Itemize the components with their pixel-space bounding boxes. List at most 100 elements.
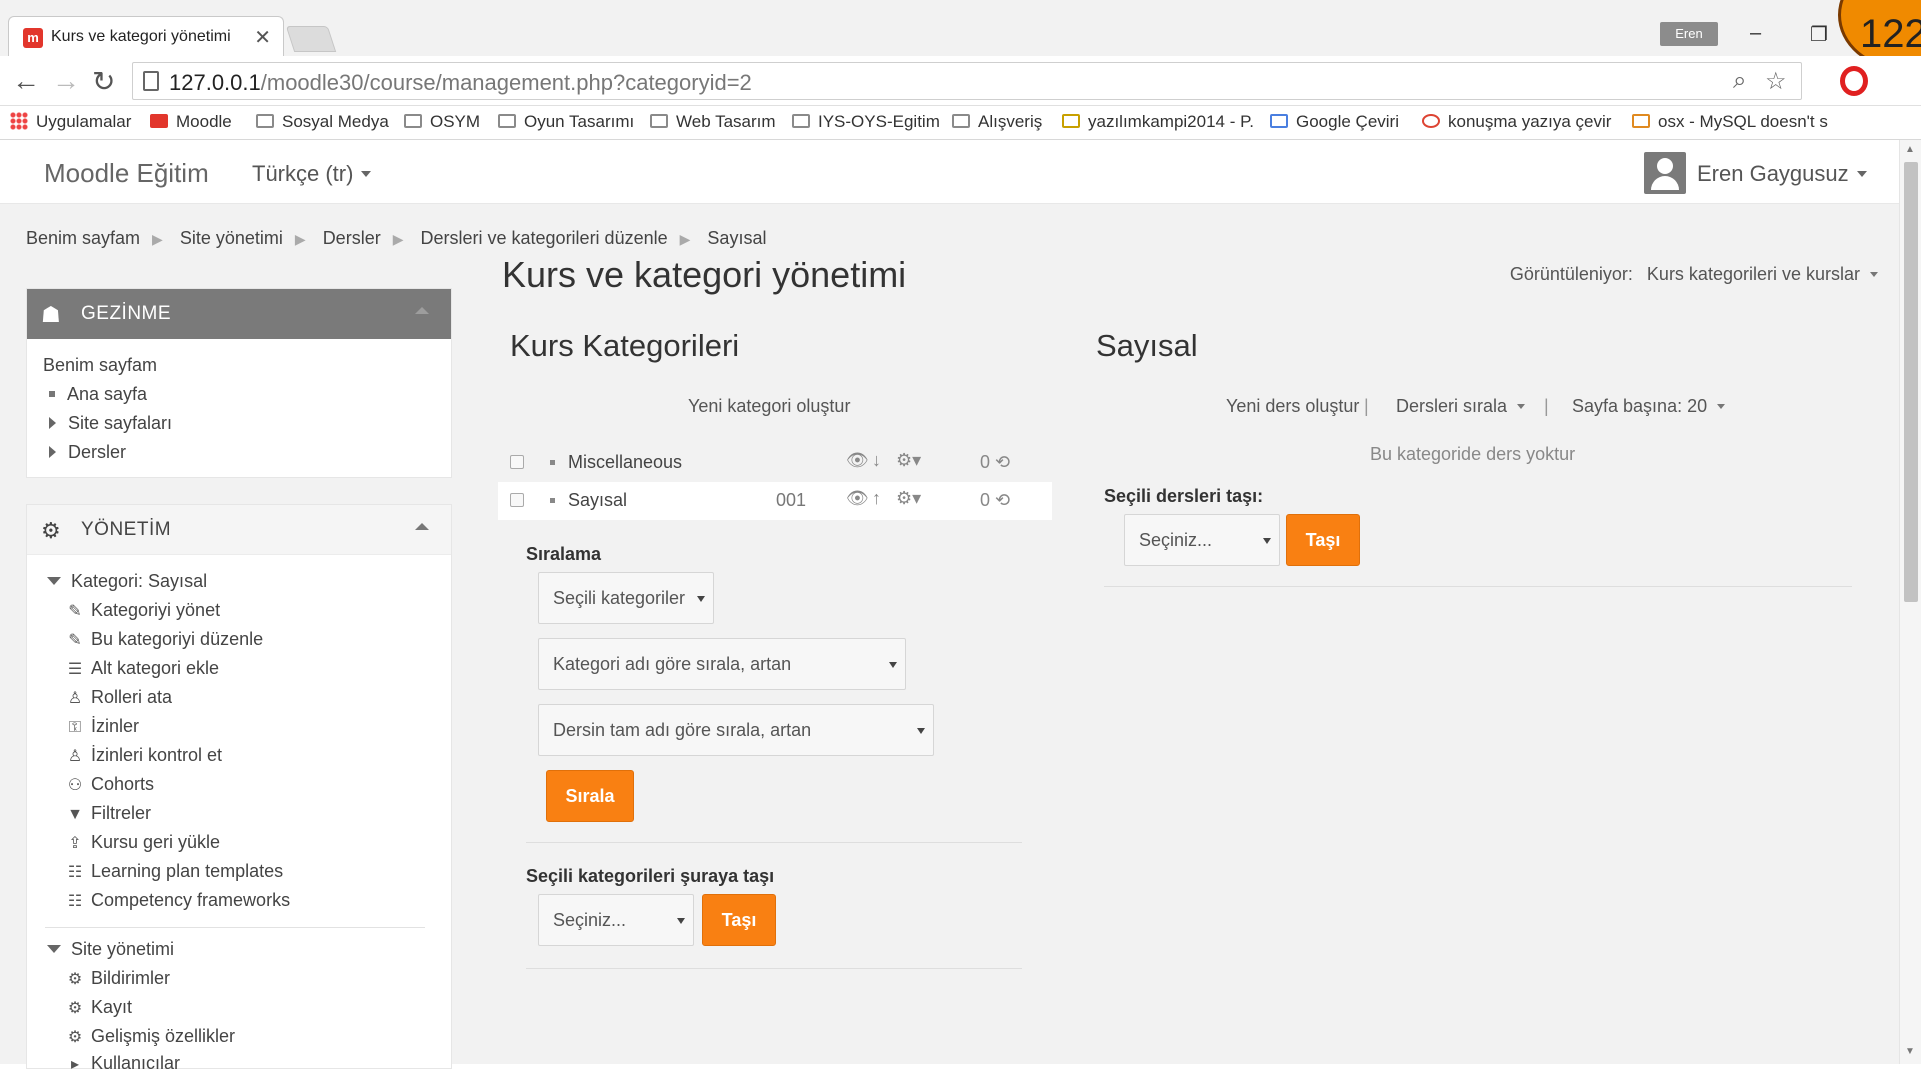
- bookmark-link[interactable]: Google Çeviri: [1270, 112, 1399, 132]
- folder-icon: [650, 114, 668, 128]
- bookmark-folder[interactable]: Sosyal Medya: [256, 112, 389, 132]
- move-courses-select[interactable]: Seçiniz...: [1124, 514, 1280, 566]
- collapse-icon[interactable]: [415, 523, 429, 530]
- extension-icon[interactable]: [1840, 66, 1868, 96]
- new-tab-button[interactable]: [285, 26, 337, 52]
- admin-item[interactable]: ☷ Competency frameworks: [65, 890, 290, 911]
- bookmark-folder[interactable]: OSYM: [404, 112, 480, 132]
- collapse-icon[interactable]: [415, 307, 429, 314]
- bookmark-link[interactable]: osx - MySQL doesn't s: [1632, 112, 1828, 132]
- back-arrow-icon[interactable]: ←: [12, 65, 40, 97]
- avatar[interactable]: [1644, 152, 1686, 194]
- admin-item[interactable]: ♙ Rolleri ata: [65, 687, 172, 708]
- site-brand[interactable]: Moodle Eğitim: [44, 158, 209, 189]
- view-mode-selector[interactable]: Görüntüleniyor: Kurs kategorileri ve kurs…: [1510, 264, 1878, 285]
- nav-item-courses[interactable]: Dersler: [49, 442, 126, 463]
- bullet-icon: [550, 498, 555, 503]
- page-scrollbar[interactable]: ▲ ▼: [1899, 140, 1921, 1064]
- chrome-icon: [1422, 114, 1440, 128]
- expand-icon: ▸: [70, 1056, 80, 1073]
- admin-site-item[interactable]: ⚙ Kayıt: [65, 997, 132, 1018]
- selected-categories-select[interactable]: Seçili kategoriler: [538, 572, 714, 624]
- admin-item[interactable]: ✎ Bu kategoriyi düzenle: [65, 629, 263, 650]
- admin-item[interactable]: ▼ Filtreler: [65, 803, 151, 824]
- minimize-icon[interactable]: –: [1750, 22, 1761, 45]
- bookmark-folder[interactable]: IYS-OYS-Egitim: [792, 112, 940, 132]
- eye-icon[interactable]: 👁: [846, 488, 869, 509]
- admin-item[interactable]: ♙ İzinleri kontrol et: [65, 745, 222, 766]
- admin-category-node[interactable]: Kategori: Sayısal: [47, 571, 207, 592]
- bookmark-link[interactable]: yazılımkampi2014 - P.: [1062, 112, 1254, 132]
- nav-item-home[interactable]: Ana sayfa: [49, 384, 147, 405]
- move-categories-select[interactable]: Seçiniz...: [538, 894, 694, 946]
- breadcrumb-separator-icon: ▶: [152, 231, 163, 247]
- bookmark-folder[interactable]: Oyun Tasarımı: [498, 112, 634, 132]
- bookmark-apps[interactable]: Uygulamalar: [10, 112, 131, 132]
- scroll-up-icon[interactable]: ▲: [1905, 144, 1915, 155]
- new-course-link[interactable]: Yeni ders oluştur: [1226, 396, 1359, 417]
- bookmark-moodle[interactable]: Moodle: [150, 112, 232, 132]
- url-input[interactable]: 127.0.0.1/moodle30/course/management.php…: [132, 62, 1802, 100]
- category-row[interactable]: Miscellaneous 👁 ↓ ⚙▾ 0 ⟲: [498, 444, 1052, 482]
- category-sort-select[interactable]: Kategori adı göre sırala, artan: [538, 638, 906, 690]
- chevron-down-icon: [1856, 171, 1867, 177]
- bookmark-folder[interactable]: Alışveriş: [952, 112, 1042, 132]
- eye-icon[interactable]: 👁: [846, 450, 869, 471]
- sort-button[interactable]: Sırala: [546, 770, 634, 822]
- zoom-search-icon[interactable]: ⌕: [1733, 67, 1746, 95]
- category-name[interactable]: Sayısal: [568, 490, 627, 511]
- new-category-link[interactable]: Yeni kategori oluştur: [688, 396, 850, 417]
- chevron-down-icon: [1517, 404, 1526, 409]
- user-menu[interactable]: Eren Gaygusuz: [1697, 161, 1867, 187]
- admin-site-item[interactable]: ⚙ Bildirimler: [65, 968, 170, 989]
- language-menu[interactable]: Türkçe (tr): [252, 161, 372, 187]
- breadcrumb-item[interactable]: Benim sayfam: [26, 228, 140, 248]
- browser-tab[interactable]: m Kurs ve kategori yönetimi ✕: [8, 16, 284, 56]
- category-row-selected[interactable]: Sayısal 001 👁 ↑ ⚙▾ 0 ⟲: [498, 482, 1052, 520]
- move-categories-label: Seçili kategorileri şuraya taşı: [526, 866, 775, 886]
- course-sort-select[interactable]: Dersin tam adı göre sırala, artan: [538, 704, 934, 756]
- browser-tabbar: m Kurs ve kategori yönetimi ✕ Eren – ❐ 1…: [0, 0, 1921, 70]
- breadcrumb-item[interactable]: Dersler: [323, 228, 381, 248]
- restore-icon[interactable]: ❐: [1810, 22, 1828, 47]
- gear-menu-icon[interactable]: ⚙▾: [896, 488, 921, 509]
- admin-item[interactable]: ⇪ Kursu geri yükle: [65, 832, 220, 853]
- per-page-menu[interactable]: Sayfa başına: 20: [1572, 396, 1726, 417]
- bookmark-folder[interactable]: Web Tasarım: [650, 112, 776, 132]
- gear-menu-icon[interactable]: ⚙▾: [896, 450, 921, 471]
- admin-item[interactable]: ☷ Learning plan templates: [65, 861, 283, 882]
- admin-site-item[interactable]: ▸ Kullanıcılar: [65, 1053, 180, 1074]
- category-name[interactable]: Miscellaneous: [568, 452, 682, 473]
- scroll-down-icon[interactable]: ▼: [1905, 1046, 1915, 1057]
- bookmark-star-icon[interactable]: ☆: [1765, 67, 1787, 96]
- profile-chip[interactable]: Eren: [1660, 22, 1718, 46]
- sort-courses-menu[interactable]: Dersleri sırala: [1396, 396, 1526, 417]
- admin-site-node[interactable]: Site yönetimi: [47, 939, 174, 960]
- category-checkbox[interactable]: [510, 493, 524, 507]
- badge-number: 122: [1860, 12, 1921, 56]
- reload-icon[interactable]: ↻: [92, 65, 115, 98]
- apps-grid-icon: [10, 112, 28, 130]
- admin-item[interactable]: ⚇ Cohorts: [65, 774, 154, 795]
- administration-block-header[interactable]: ⚙ YÖNETİM: [27, 505, 451, 555]
- admin-item[interactable]: ☰ Alt kategori ekle: [65, 658, 219, 679]
- arrow-up-icon[interactable]: ↑: [872, 488, 881, 509]
- course-list-heading: Sayısal: [1096, 328, 1198, 363]
- nav-item-my-page[interactable]: Benim sayfam: [43, 355, 157, 376]
- expand-icon: [49, 446, 56, 458]
- navigation-block-header[interactable]: ☗ GEZİNME: [27, 289, 451, 339]
- tab-close-icon[interactable]: ✕: [254, 25, 271, 50]
- nav-item-site-pages[interactable]: Site sayfaları: [49, 413, 172, 434]
- admin-item[interactable]: ✎ Kategoriyi yönet: [65, 600, 220, 621]
- scroll-thumb[interactable]: [1904, 162, 1918, 602]
- admin-item[interactable]: ⚿ İzinler: [65, 716, 139, 737]
- chevron-down-icon: [1717, 404, 1726, 409]
- category-checkbox[interactable]: [510, 455, 524, 469]
- admin-site-item[interactable]: ⚙ Gelişmiş özellikler: [65, 1026, 235, 1047]
- breadcrumb-item[interactable]: Site yönetimi: [180, 228, 283, 248]
- arrow-down-icon[interactable]: ↓: [872, 450, 881, 471]
- move-courses-button[interactable]: Taşı: [1286, 514, 1360, 566]
- bookmark-link[interactable]: konuşma yazıya çevir: [1422, 112, 1611, 132]
- forward-arrow-icon[interactable]: →: [52, 65, 80, 97]
- move-categories-button[interactable]: Taşı: [702, 894, 776, 946]
